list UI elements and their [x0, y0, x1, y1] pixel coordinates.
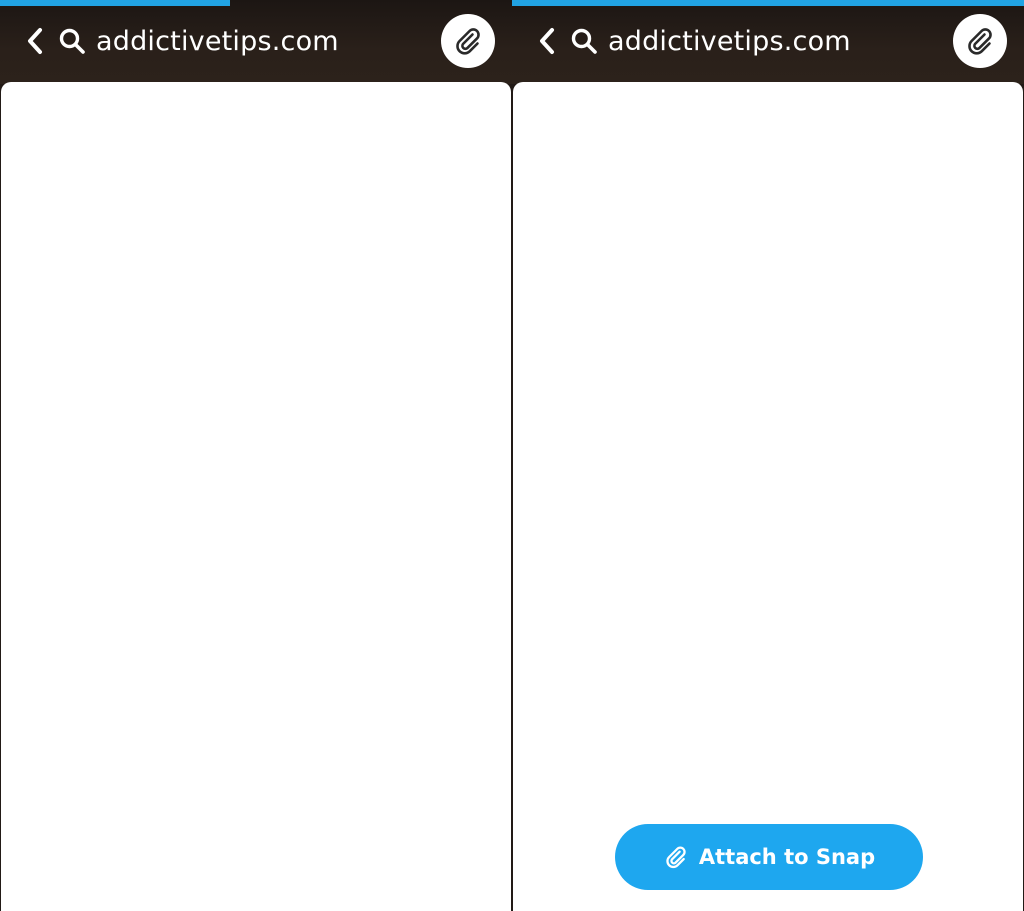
browser-top-bar: addictivetips.com: [0, 0, 512, 84]
paperclip-icon: [456, 28, 480, 55]
web-content-area[interactable]: Attach to Snap: [513, 82, 1023, 911]
attach-to-snap-button[interactable]: Attach to Snap: [615, 824, 923, 890]
browser-panel-right: addictivetips.com Attach to Snap: [512, 0, 1024, 911]
paperclip-icon: [968, 28, 992, 55]
back-button[interactable]: [534, 26, 560, 56]
page-load-progress: [0, 0, 512, 6]
page-load-progress: [512, 0, 1024, 6]
screenshot-stage: addictivetips.com addictivetips.com Atta…: [0, 0, 1024, 911]
attach-link-button[interactable]: [441, 14, 495, 68]
page-load-progress-fill: [512, 0, 1024, 6]
search-icon: [59, 28, 85, 54]
url-address-text[interactable]: addictivetips.com: [96, 22, 339, 62]
attach-link-button[interactable]: [953, 14, 1007, 68]
url-address-text[interactable]: addictivetips.com: [608, 22, 851, 62]
browser-top-bar: addictivetips.com: [512, 0, 1024, 84]
back-button[interactable]: [22, 26, 48, 56]
web-content-area[interactable]: [1, 82, 511, 911]
attach-to-snap-label: Attach to Snap: [698, 845, 876, 869]
paperclip-icon: [666, 846, 686, 869]
browser-panel-left: addictivetips.com: [0, 0, 512, 911]
chevron-left-icon: [540, 28, 554, 54]
search-icon: [571, 28, 597, 54]
chevron-left-icon: [28, 28, 42, 54]
page-load-progress-fill: [0, 0, 230, 6]
